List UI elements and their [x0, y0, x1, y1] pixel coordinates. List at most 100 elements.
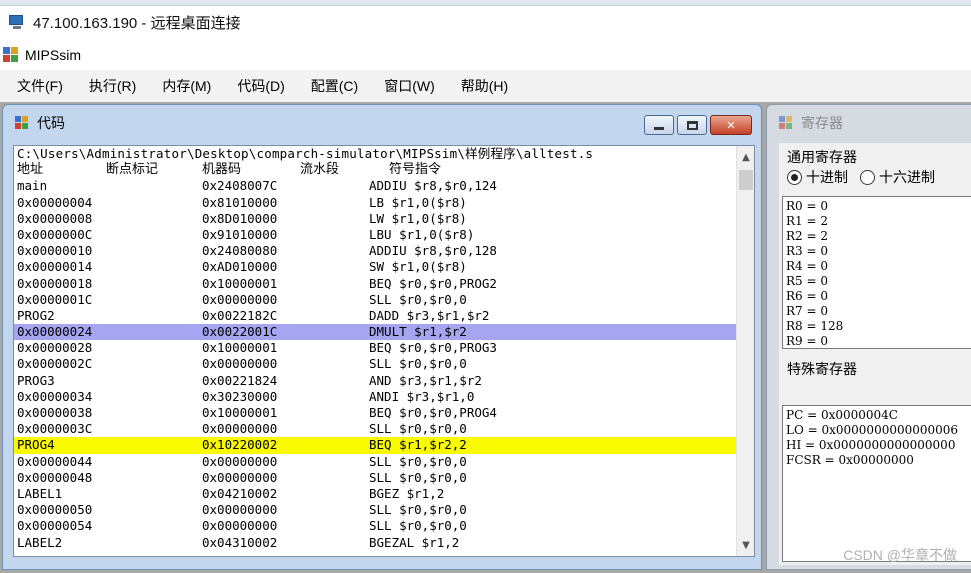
row-instruction: BGEZAL $r1,2 [369, 534, 460, 550]
file-path: C:\Users\Administrator\Desktop\comparch-… [17, 146, 594, 161]
close-icon: ✕ [726, 118, 736, 132]
row-machine-code: 0x00000000 [202, 356, 278, 372]
row-machine-code: 0x81010000 [202, 194, 278, 210]
scroll-up-icon[interactable]: ▲ [737, 148, 754, 166]
row-address: main [17, 178, 48, 194]
code-row[interactable]: 0x00000008 0x8D010000 LW $r1,0($r8) [14, 211, 738, 227]
code-window-title: 代码 [37, 115, 65, 131]
code-window: 代码 ✕ C:\Users\Administrator\Desktop\comp… [2, 104, 762, 570]
close-button[interactable]: ✕ [710, 115, 752, 135]
code-row[interactable]: 0x00000050 0x00000000 SLL $r0,$r0,0 [14, 502, 738, 518]
special-register-entry: FCSR = 0x00000000 [786, 453, 914, 467]
row-machine-code: 0x2408007C [202, 178, 278, 194]
code-row[interactable]: PROG2 0x0022182C DADD $r3,$r1,$r2 [14, 308, 738, 324]
row-instruction: SW $r1,0($r8) [369, 259, 467, 275]
register-window-title: 寄存器 [801, 115, 843, 131]
row-instruction: BEQ $r0,$r0,PROG2 [369, 275, 497, 291]
code-row[interactable]: 0x00000034 0x30230000 ANDI $r3,$r1,0 [14, 389, 738, 405]
mdi-workspace: 代码 ✕ C:\Users\Administrator\Desktop\comp… [0, 102, 971, 573]
menu-window[interactable]: 窗口(W) [377, 73, 442, 99]
register-window-titlebar[interactable]: 寄存器 [767, 105, 843, 141]
row-instruction: BGEZ $r1,2 [369, 485, 445, 501]
maximize-button[interactable] [677, 115, 707, 135]
menu-bar: 文件(F) 执行(R) 内存(M) 代码(D) 配置(C) 窗口(W) 帮助(H… [0, 70, 971, 102]
row-address: 0x00000010 [17, 243, 93, 259]
row-instruction: SLL $r0,$r0,0 [369, 469, 467, 485]
special-register-entry: HI = 0x0000000000000000 [786, 438, 956, 452]
row-instruction: ADDIU $r8,$r0,124 [369, 178, 497, 194]
row-address: 0x00000014 [17, 259, 93, 275]
row-address: 0x00000054 [17, 518, 93, 534]
code-row[interactable]: 0x00000018 0x10000001 BEQ $r0,$r0,PROG2 [14, 276, 738, 292]
row-instruction: BEQ $r0,$r0,PROG3 [369, 340, 497, 356]
header-address: 地址 [17, 162, 44, 178]
row-instruction: SLL $r0,$r0,0 [369, 421, 467, 437]
code-row[interactable]: 0x00000014 0xAD010000 SW $r1,0($r8) [14, 259, 738, 275]
row-address: 0x0000002C [17, 356, 93, 372]
row-address: 0x00000024 [17, 324, 93, 340]
menu-memory[interactable]: 内存(M) [155, 73, 218, 99]
menu-run[interactable]: 执行(R) [82, 73, 143, 99]
code-row[interactable]: 0x00000038 0x10000001 BEQ $r0,$r0,PROG4 [14, 405, 738, 421]
row-machine-code: 0x04210002 [202, 485, 278, 501]
special-registers-list[interactable]: PC = 0x0000004C LO = 0x0000000000000006 HI… [782, 405, 971, 562]
code-row[interactable]: LABEL2 0x04310002 BGEZAL $r1,2 [14, 535, 738, 551]
scroll-thumb[interactable] [739, 170, 753, 190]
row-machine-code: 0x0022182C [202, 307, 278, 323]
remote-desktop-titlebar: 47.100.163.190 - 远程桌面连接 [0, 6, 971, 38]
menu-help[interactable]: 帮助(H) [454, 73, 515, 99]
row-address: 0x00000004 [17, 194, 93, 210]
row-machine-code: 0x10000001 [202, 405, 278, 420]
row-instruction: SLL $r0,$r0,0 [369, 518, 467, 534]
general-register-entry: R2 = 2 [786, 229, 828, 243]
code-row[interactable]: 0x00000044 0x00000000 SLL $r0,$r0,0 [14, 454, 738, 470]
special-registers-label: 特殊寄存器 [787, 361, 857, 377]
hex-radio-label: 十六进制 [879, 169, 935, 185]
code-row[interactable]: 0x00000004 0x81010000 LB $r1,0($r8) [14, 195, 738, 211]
code-row[interactable]: 0x00000054 0x00000000 SLL $r0,$r0,0 [14, 518, 738, 534]
general-registers-list[interactable]: R0 = 0 R1 = 2 R2 = 2 R3 = 0 R4 = 0 R5 = 0 R6 =… [782, 196, 971, 349]
hex-radio[interactable]: 十六进制 [860, 167, 935, 187]
menu-code[interactable]: 代码(D) [230, 73, 291, 99]
menu-file[interactable]: 文件(F) [10, 73, 70, 99]
code-row[interactable]: 0x00000028 0x10000001 BEQ $r0,$r0,PROG3 [14, 340, 738, 356]
code-row[interactable]: 0x0000001C 0x00000000 SLL $r0,$r0,0 [14, 292, 738, 308]
row-instruction: LBU $r1,0($r8) [369, 226, 475, 242]
general-register-entry: R8 = 128 [786, 319, 844, 333]
vertical-scrollbar[interactable]: ▲ ▼ [736, 146, 754, 556]
decimal-radio[interactable]: 十进制 [787, 167, 848, 187]
general-register-entry: R9 = 0 [786, 334, 828, 348]
code-row[interactable]: 0x0000003C 0x00000000 SLL $r0,$r0,0 [14, 421, 738, 437]
code-row[interactable]: 0x0000002C 0x00000000 SLL $r0,$r0,0 [14, 356, 738, 372]
row-machine-code: 0xAD010000 [202, 259, 278, 275]
app-title: MIPSsim [25, 47, 81, 63]
code-row[interactable]: LABEL1 0x04210002 BGEZ $r1,2 [14, 486, 738, 502]
code-row[interactable]: 0x00000010 0x24080080 ADDIU $r8,$r0,128 [14, 243, 738, 259]
row-address: 0x00000008 [17, 210, 93, 226]
row-machine-code: 0x04310002 [202, 534, 278, 550]
row-machine-code: 0x00221824 [202, 372, 278, 388]
row-address: 0x00000048 [17, 469, 93, 485]
code-row[interactable]: 0x00000024 0x0022001C DMULT $r1,$r2 [14, 324, 738, 341]
row-instruction: SLL $r0,$r0,0 [369, 453, 467, 469]
code-row[interactable]: PROG4 0x10220002 BEQ $r1,$r2,2 [14, 437, 738, 454]
code-row[interactable]: 0x00000048 0x00000000 SLL $r0,$r0,0 [14, 470, 738, 486]
row-address: LABEL1 [17, 485, 63, 501]
scroll-down-icon[interactable]: ▼ [737, 536, 754, 554]
row-instruction: AND $r3,$r1,$r2 [369, 372, 482, 388]
code-row[interactable]: PROG3 0x00221824 AND $r3,$r1,$r2 [14, 373, 738, 389]
remote-desktop-title: 47.100.163.190 - 远程桌面连接 [33, 14, 241, 32]
menu-config[interactable]: 配置(C) [304, 73, 365, 99]
row-machine-code: 0x10000001 [202, 275, 278, 291]
row-address: 0x00000038 [17, 405, 93, 420]
row-address: 0x00000050 [17, 502, 93, 518]
row-instruction: SLL $r0,$r0,0 [369, 356, 467, 372]
code-row[interactable]: main 0x2408007C ADDIU $r8,$r0,124 [14, 178, 738, 194]
code-listing[interactable]: C:\Users\Administrator\Desktop\comparch-… [13, 145, 755, 557]
row-instruction: ADDIU $r8,$r0,128 [369, 243, 497, 259]
minimize-button[interactable] [644, 115, 674, 135]
row-address: 0x00000018 [17, 275, 93, 291]
code-row[interactable]: 0x0000000C 0x91010000 LBU $r1,0($r8) [14, 227, 738, 243]
maximize-icon [686, 120, 698, 130]
row-machine-code: 0x00000000 [202, 502, 278, 518]
